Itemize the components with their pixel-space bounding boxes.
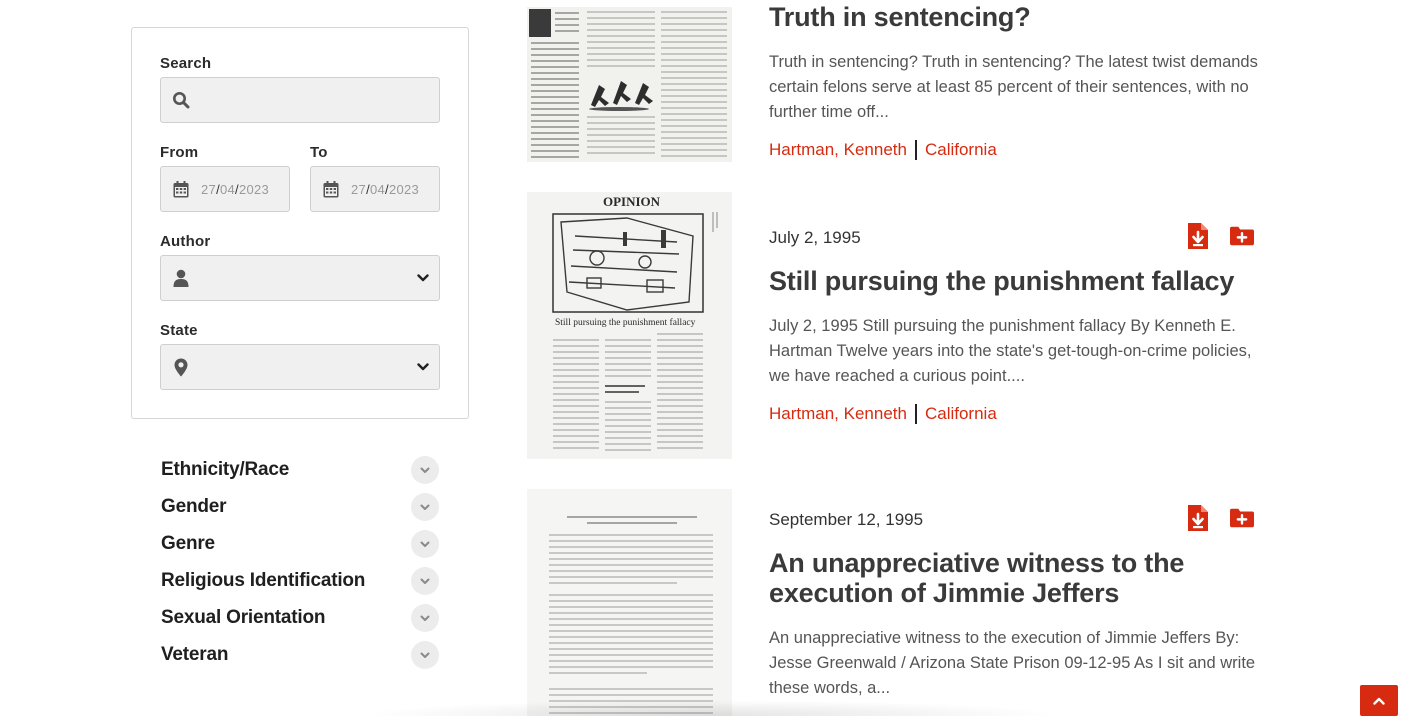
- state-label: State: [160, 322, 198, 339]
- from-date-input[interactable]: 27/04/2023: [160, 166, 290, 212]
- result-thumbnail[interactable]: [527, 7, 732, 162]
- state-link[interactable]: California: [925, 404, 997, 424]
- result-actions: [1186, 505, 1254, 531]
- result-thumbnail[interactable]: [527, 489, 732, 716]
- facet-label: Religious Identification: [161, 570, 366, 591]
- result-meta: Hartman, Kenneth California: [769, 140, 997, 160]
- to-date-value: 27/04/2023: [351, 181, 420, 197]
- filter-panel: Search From 27/04/2023 To 27/04/2023 Aut…: [131, 27, 469, 419]
- result-meta: Hartman, Kenneth California: [769, 404, 997, 424]
- chevron-down-icon: [417, 269, 429, 287]
- chevron-down-icon[interactable]: [411, 641, 439, 669]
- chevron-down-icon[interactable]: [411, 567, 439, 595]
- from-date-value: 27/04/2023: [201, 181, 270, 197]
- download-file-icon[interactable]: [1186, 505, 1210, 531]
- chevron-down-icon[interactable]: [411, 493, 439, 521]
- user-icon: [161, 269, 201, 287]
- divider: [914, 140, 917, 160]
- chevron-up-icon: [1373, 692, 1385, 710]
- divider: [914, 404, 917, 424]
- author-select[interactable]: [160, 255, 440, 301]
- search-text-field[interactable]: [201, 78, 439, 122]
- calendar-icon: [311, 180, 351, 198]
- facet-gender[interactable]: Gender: [161, 493, 439, 521]
- chevron-down-icon: [417, 358, 429, 376]
- author-label: Author: [160, 233, 211, 250]
- to-date-input[interactable]: 27/04/2023: [310, 166, 440, 212]
- result-date: September 12, 1995: [769, 510, 924, 529]
- result-title[interactable]: Still pursuing the punishment fallacy: [769, 266, 1259, 296]
- facet-label: Genre: [161, 533, 215, 554]
- facet-genre[interactable]: Genre: [161, 530, 439, 558]
- newspaper-clipping-image: OPINION Still pursuing the punishment fa…: [527, 192, 732, 459]
- facet-label: Sexual Orientation: [161, 607, 326, 628]
- result-snippet: July 2, 1995 Still pursuing the punishme…: [769, 317, 1252, 385]
- from-label: From: [160, 144, 199, 161]
- facet-label: Veteran: [161, 644, 229, 665]
- facet-label: Gender: [161, 496, 227, 517]
- facet-veteran[interactable]: Veteran: [161, 641, 439, 669]
- result-title[interactable]: Truth in sentencing?: [769, 2, 1259, 32]
- chevron-down-icon[interactable]: [411, 530, 439, 558]
- author-link[interactable]: Hartman, Kenneth: [769, 404, 907, 424]
- thumb-heading: OPINION: [603, 194, 661, 209]
- result-actions: [1186, 223, 1254, 249]
- to-label: To: [310, 144, 328, 161]
- thumb-caption: Still pursuing the punishment fallacy: [555, 317, 696, 328]
- result-date: July 2, 1995: [769, 228, 861, 247]
- facet-religious-identification[interactable]: Religious Identification: [161, 567, 439, 595]
- folder-plus-icon[interactable]: [1230, 224, 1254, 248]
- chevron-down-icon[interactable]: [411, 604, 439, 632]
- chevron-down-icon[interactable]: [411, 456, 439, 484]
- facet-ethnicity-race[interactable]: Ethnicity/Race: [161, 456, 439, 484]
- back-to-top-button[interactable]: [1360, 685, 1398, 716]
- folder-plus-icon[interactable]: [1230, 506, 1254, 530]
- result-title[interactable]: An unappreciative witness to the executi…: [769, 548, 1259, 608]
- download-file-icon[interactable]: [1186, 223, 1210, 249]
- typed-letter-image: [527, 489, 732, 716]
- result-snippet: Truth in sentencing? Truth in sentencing…: [769, 53, 1258, 121]
- search-label: Search: [160, 55, 212, 72]
- result-snippet: An unappreciative witness to the executi…: [769, 629, 1256, 697]
- search-input[interactable]: [160, 77, 440, 123]
- facet-label: Ethnicity/Race: [161, 459, 290, 480]
- author-link[interactable]: Hartman, Kenneth: [769, 140, 907, 160]
- footer-shadow: [360, 700, 1060, 716]
- newspaper-clipping-image: [527, 7, 732, 162]
- map-marker-icon: [161, 358, 201, 377]
- state-select[interactable]: [160, 344, 440, 390]
- search-icon: [161, 91, 201, 109]
- calendar-icon: [161, 180, 201, 198]
- result-thumbnail[interactable]: OPINION Still pursuing the punishment fa…: [527, 192, 732, 459]
- state-link[interactable]: California: [925, 140, 997, 160]
- facet-sexual-orientation[interactable]: Sexual Orientation: [161, 604, 439, 632]
